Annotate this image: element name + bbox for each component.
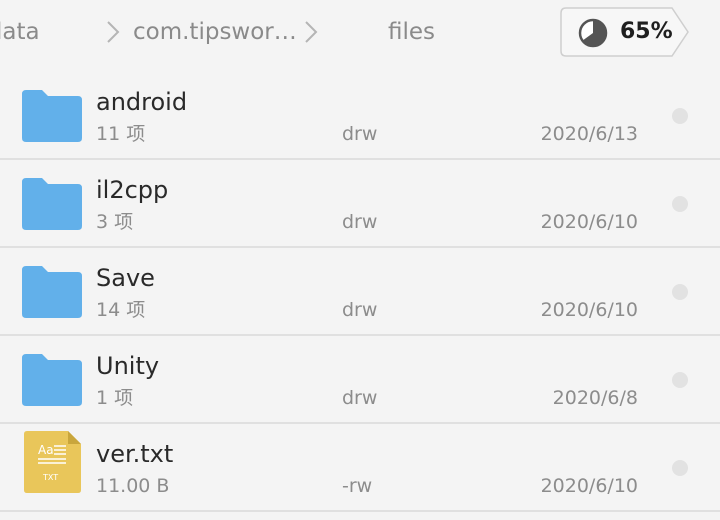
- storage-percent: 65%: [620, 19, 673, 44]
- list-item[interactable]: il2cpp 3 项 drw 2020/6/10: [0, 160, 720, 248]
- file-permission: drw: [342, 123, 378, 145]
- select-checkbox[interactable]: [672, 372, 688, 388]
- select-checkbox[interactable]: [672, 108, 688, 124]
- chevron-right-icon: [302, 18, 320, 46]
- file-name: android: [96, 88, 188, 116]
- folder-icon: [22, 90, 82, 142]
- breadcrumb-item-package[interactable]: com.tipswor…: [133, 16, 297, 48]
- chevron-right-icon: [104, 18, 122, 46]
- list-item[interactable]: Unity 1 项 drw 2020/6/8: [0, 336, 720, 424]
- file-date: 2020/6/8: [552, 387, 638, 409]
- file-date: 2020/6/10: [540, 299, 638, 321]
- select-checkbox[interactable]: [672, 284, 688, 300]
- file-info: 3 项: [96, 211, 134, 233]
- folder-icon: [22, 354, 82, 406]
- file-info: 11.00 B: [96, 475, 170, 497]
- file-name: ver.txt: [96, 440, 174, 468]
- file-name: il2cpp: [96, 176, 169, 204]
- list-item[interactable]: android 11 项 drw 2020/6/13: [0, 72, 720, 160]
- storage-usage-button[interactable]: 65%: [560, 7, 690, 57]
- file-permission: drw: [342, 299, 378, 321]
- file-permission: drw: [342, 211, 378, 233]
- breadcrumb-item-data[interactable]: lata: [0, 16, 40, 48]
- list-item[interactable]: Aa TXT ver.txt 11.00 B -rw 2020/6/10: [0, 424, 720, 512]
- file-info: 1 项: [96, 387, 134, 409]
- file-permission: -rw: [342, 475, 373, 497]
- file-date: 2020/6/10: [540, 211, 638, 233]
- list-item[interactable]: Save 14 项 drw 2020/6/10: [0, 248, 720, 336]
- select-checkbox[interactable]: [672, 196, 688, 212]
- pie-chart-icon: [578, 18, 608, 48]
- folder-icon: [22, 266, 82, 318]
- file-permission: drw: [342, 387, 378, 409]
- file-info: 14 项: [96, 299, 146, 321]
- file-name: Unity: [96, 352, 160, 380]
- txt-file-icon: Aa TXT: [24, 431, 81, 493]
- file-date: 2020/6/13: [540, 123, 638, 145]
- file-info: 11 项: [96, 123, 146, 145]
- breadcrumb-item-files[interactable]: files: [388, 16, 435, 48]
- select-checkbox[interactable]: [672, 460, 688, 476]
- file-date: 2020/6/10: [540, 475, 638, 497]
- folder-icon: [22, 178, 82, 230]
- svg-text:TXT: TXT: [42, 473, 58, 482]
- file-name: Save: [96, 264, 155, 292]
- svg-text:Aa: Aa: [38, 443, 54, 457]
- breadcrumb: lata com.tipswor… files 65%: [0, 0, 720, 64]
